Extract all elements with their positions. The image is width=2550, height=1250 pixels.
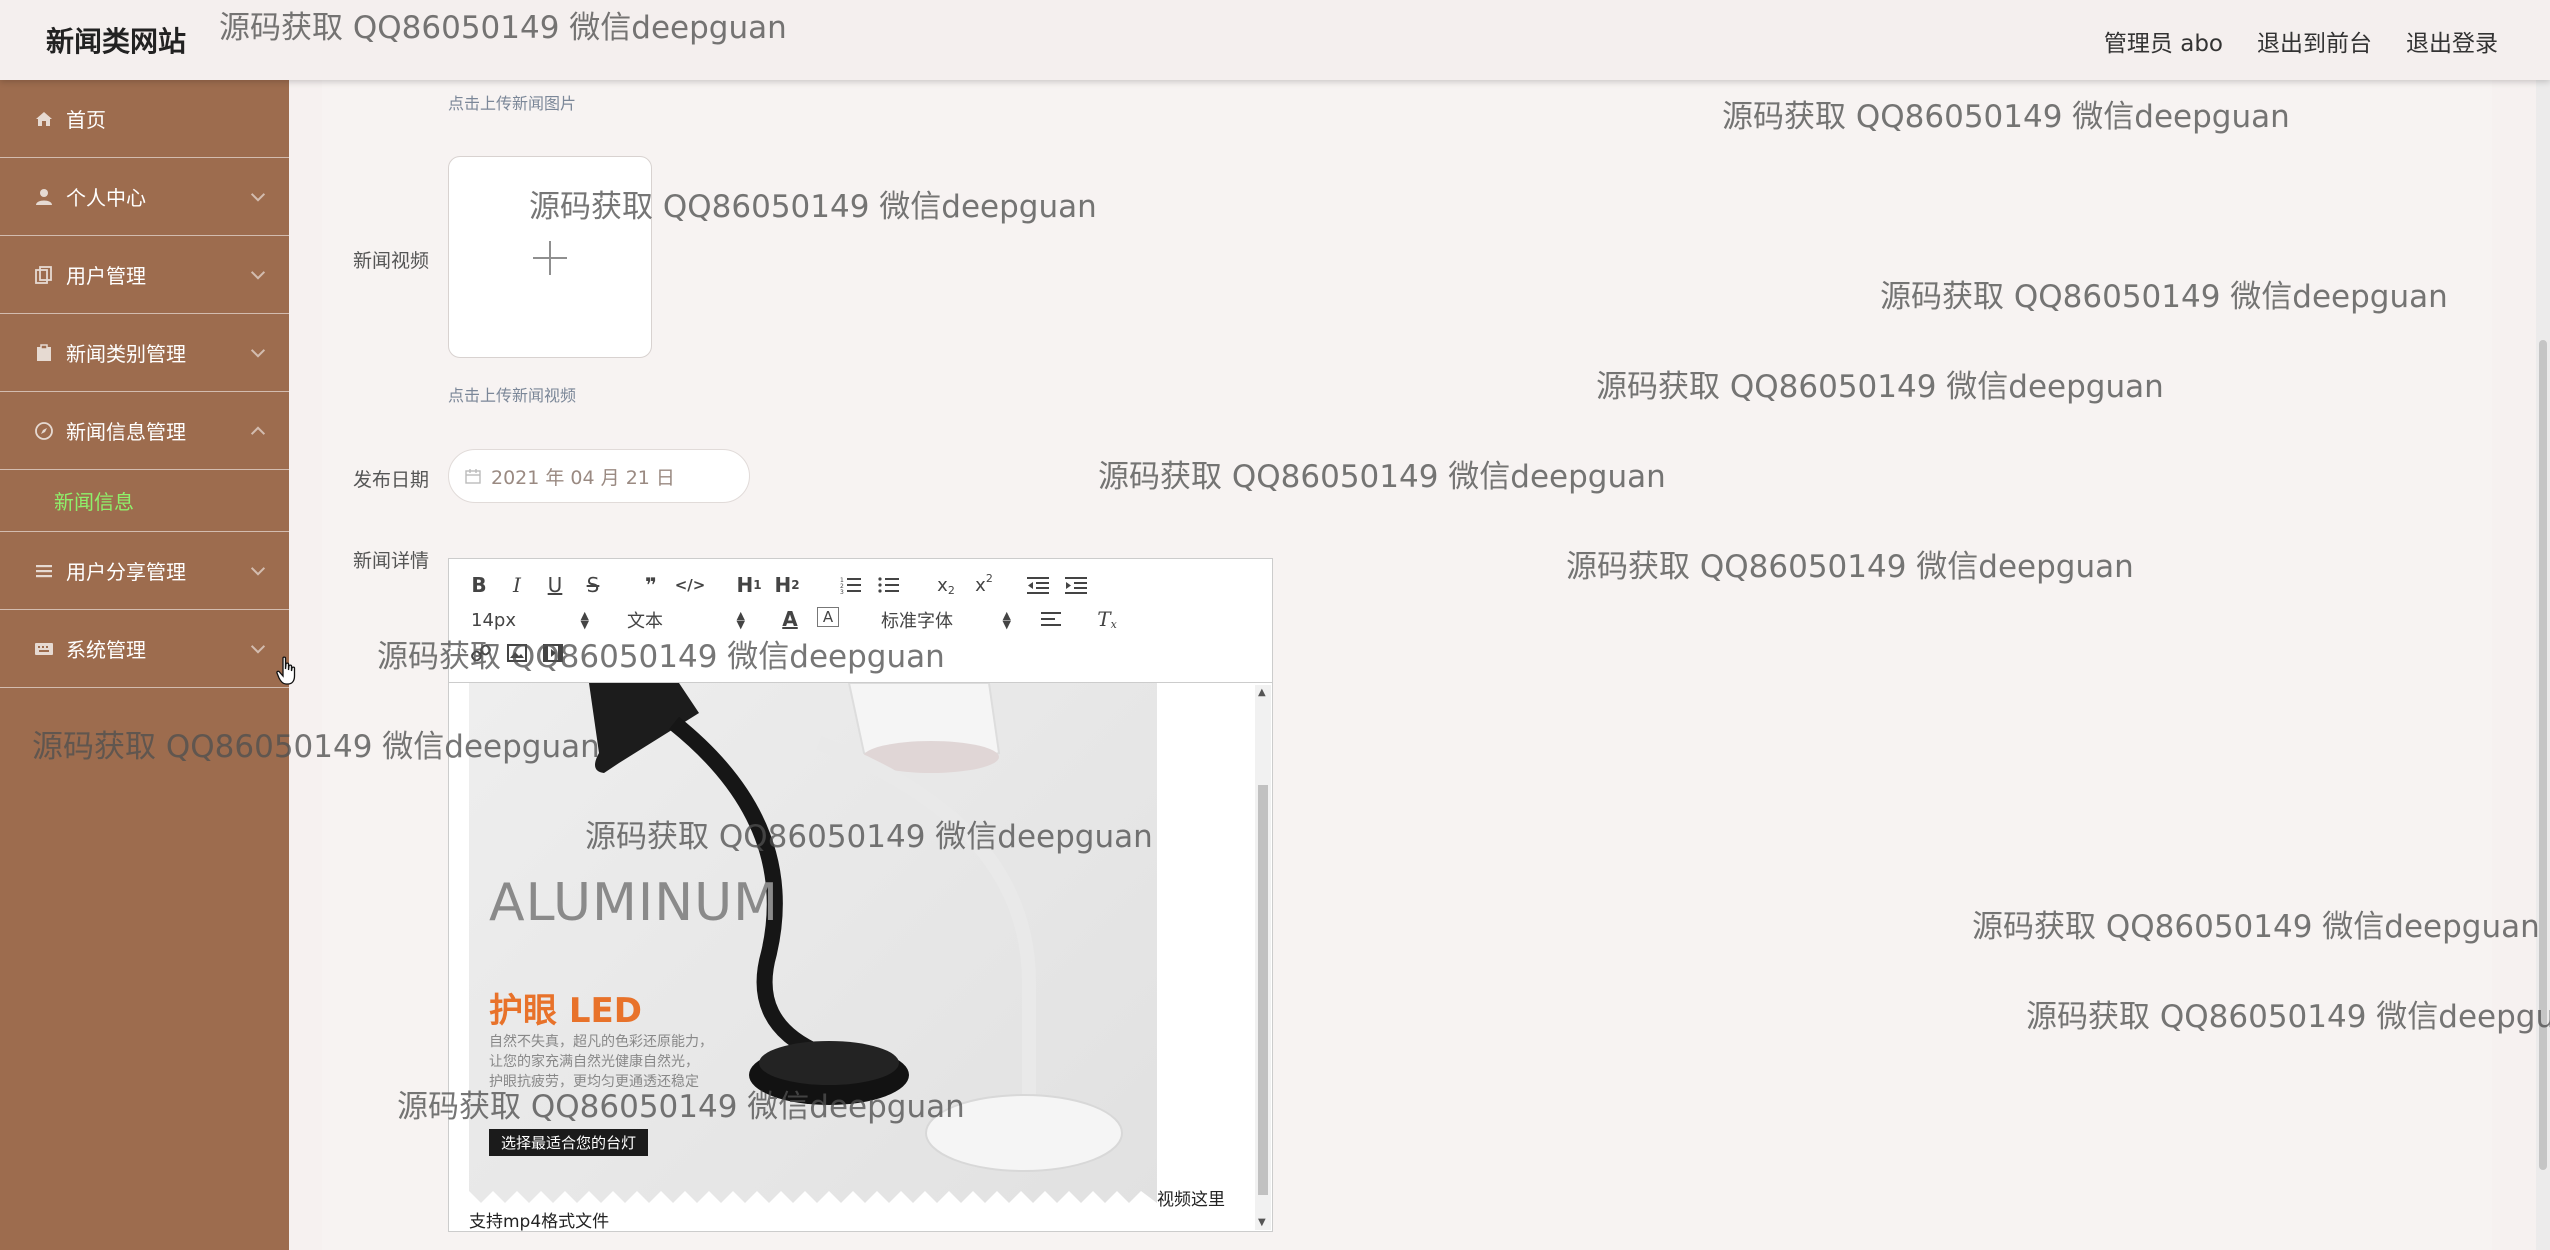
- top-header: 新闻类网站 管理员 abo 退出到前台 退出登录: [0, 0, 2550, 80]
- sidebar-subitem-label: 新闻信息: [54, 490, 134, 514]
- indent-icon[interactable]: [1063, 573, 1089, 597]
- sidebar: 首页 个人中心 用户管理 新闻类别管理 新闻信息管理 新闻信息 用户分享管理 系…: [0, 80, 289, 1250]
- hand-cursor-icon: [276, 656, 298, 690]
- blockquote-icon[interactable]: ❞: [639, 573, 663, 597]
- clear-format-icon[interactable]: Tx: [1095, 607, 1119, 631]
- header-select[interactable]: 文本 ▲ ▼: [627, 607, 745, 633]
- sidebar-item-user-management[interactable]: 用户管理: [0, 236, 289, 314]
- chevron-down-icon: [250, 342, 266, 358]
- image-cta-button: 选择最适合您的台灯: [489, 1129, 649, 1156]
- subscript-button[interactable]: x2: [933, 573, 959, 597]
- site-brand: 新闻类网站: [46, 25, 187, 58]
- sidebar-item-label: 用户管理: [66, 264, 146, 288]
- keyboard-icon: [34, 639, 54, 659]
- bullet-list-icon[interactable]: [877, 573, 901, 597]
- compass-icon: [34, 421, 54, 441]
- copy-icon: [34, 265, 54, 285]
- underline-button[interactable]: U: [545, 573, 565, 597]
- select-arrows-icon: ▲ ▼: [580, 609, 589, 631]
- sidebar-item-label: 个人中心: [66, 186, 146, 210]
- sidebar-item-home[interactable]: 首页: [0, 80, 289, 158]
- clipboard-icon: [34, 343, 54, 363]
- calendar-icon: [465, 468, 481, 484]
- editor-toolbar: B I U S ❞ </> H1 H2 123 x2 x2 14px ▲ ▼ 文…: [449, 559, 1272, 683]
- image-line-1: 自然不失真，超凡的色彩还原能力，: [489, 1034, 713, 1050]
- sidebar-item-label: 新闻信息管理: [66, 420, 186, 444]
- strike-button[interactable]: S: [583, 573, 603, 597]
- editor-content[interactable]: ALUMINUM 护眼 LED 自然不失真，超凡的色彩还原能力， 让您的家充满自…: [449, 683, 1272, 1231]
- sidebar-subitem-news-info[interactable]: 新闻信息: [0, 470, 289, 532]
- select-arrows-icon: ▲ ▼: [736, 609, 745, 631]
- header-links: 管理员 abo 退出到前台 退出登录: [2104, 24, 2498, 58]
- chevron-down-icon: [250, 560, 266, 576]
- background-color-icon[interactable]: A: [817, 607, 839, 627]
- date-value: 2021 年 04 月 21 日: [491, 466, 675, 489]
- ordered-list-icon[interactable]: 123: [839, 573, 863, 597]
- exit-to-front-link[interactable]: 退出到前台: [2257, 24, 2372, 58]
- sidebar-item-system-management[interactable]: 系统管理: [0, 610, 289, 688]
- bold-button[interactable]: B: [469, 573, 489, 597]
- date-label: 发布日期: [353, 469, 430, 491]
- video-placeholder: 视频这里: [1157, 1190, 1225, 1210]
- image-headline: 护眼 LED: [489, 991, 642, 1031]
- sidebar-item-news-category[interactable]: 新闻类别管理: [0, 314, 289, 392]
- video-insert-icon[interactable]: [541, 641, 565, 665]
- image-upload-hint: 点击上传新闻图片: [448, 94, 577, 113]
- svg-text:3: 3: [840, 589, 844, 594]
- list-icon: [34, 561, 54, 581]
- sidebar-item-label: 用户分享管理: [66, 560, 186, 584]
- page-scrollbar[interactable]: [2536, 80, 2550, 1250]
- detail-label: 新闻详情: [353, 550, 430, 572]
- editor-text: 支持mp4格式文件: [469, 1212, 610, 1231]
- image-insert-icon[interactable]: [505, 641, 529, 665]
- h1-button[interactable]: H1: [735, 573, 763, 597]
- admin-user-link[interactable]: 管理员 abo: [2104, 24, 2223, 58]
- video-upload-hint: 点击上传新闻视频: [448, 386, 577, 405]
- sidebar-item-user-share[interactable]: 用户分享管理: [0, 532, 289, 610]
- product-image-lamp: ALUMINUM 护眼 LED 自然不失真，超凡的色彩还原能力， 让您的家充满自…: [469, 683, 1157, 1203]
- video-label: 新闻视频: [353, 250, 430, 272]
- chevron-down-icon: [250, 186, 266, 202]
- font-size-select[interactable]: 14px ▲ ▼: [471, 607, 589, 633]
- sidebar-item-label: 新闻类别管理: [66, 342, 186, 366]
- logout-link[interactable]: 退出登录: [2406, 24, 2498, 58]
- sidebar-item-personal-center[interactable]: 个人中心: [0, 158, 289, 236]
- outdent-icon[interactable]: [1025, 573, 1051, 597]
- user-icon: [34, 187, 54, 207]
- main-content: 点击上传新闻图片 新闻视频 点击上传新闻视频 发布日期 2021 年 04 月 …: [289, 80, 2550, 1250]
- page-scrollbar-thumb[interactable]: [2539, 340, 2547, 1170]
- font-color-icon[interactable]: A: [779, 607, 801, 631]
- align-icon[interactable]: [1039, 607, 1063, 631]
- date-picker-input[interactable]: 2021 年 04 月 21 日: [448, 449, 750, 503]
- h2-button[interactable]: H2: [773, 573, 801, 597]
- select-arrows-icon: ▲ ▼: [1002, 609, 1011, 631]
- video-upload-box[interactable]: [448, 156, 652, 358]
- scroll-up-icon: ▲: [1258, 687, 1266, 698]
- image-brand-text: ALUMINUM: [489, 873, 780, 933]
- chevron-down-icon: [250, 264, 266, 280]
- font-family-select[interactable]: 标准字体 ▲ ▼: [881, 607, 1011, 633]
- chevron-up-icon: [250, 425, 266, 441]
- italic-button[interactable]: I: [507, 573, 527, 597]
- code-block-icon[interactable]: </>: [675, 573, 706, 597]
- sidebar-item-label: 首页: [66, 108, 106, 132]
- editor-scrollbar[interactable]: ▲ ▼: [1255, 685, 1271, 1230]
- sidebar-item-label: 系统管理: [66, 638, 146, 662]
- image-line-3: 护眼抗疲劳，更均匀更通透还稳定: [489, 1074, 699, 1090]
- superscript-button[interactable]: x2: [971, 572, 997, 597]
- chevron-down-icon: [250, 638, 266, 654]
- home-icon: [34, 109, 54, 129]
- rich-text-editor: B I U S ❞ </> H1 H2 123 x2 x2 14px ▲ ▼ 文…: [448, 558, 1273, 1232]
- scroll-down-icon: ▼: [1258, 1217, 1266, 1228]
- link-icon[interactable]: [469, 641, 493, 665]
- sidebar-item-news-info-management[interactable]: 新闻信息管理: [0, 392, 289, 470]
- image-line-2: 让您的家充满自然光健康自然光，: [489, 1054, 699, 1070]
